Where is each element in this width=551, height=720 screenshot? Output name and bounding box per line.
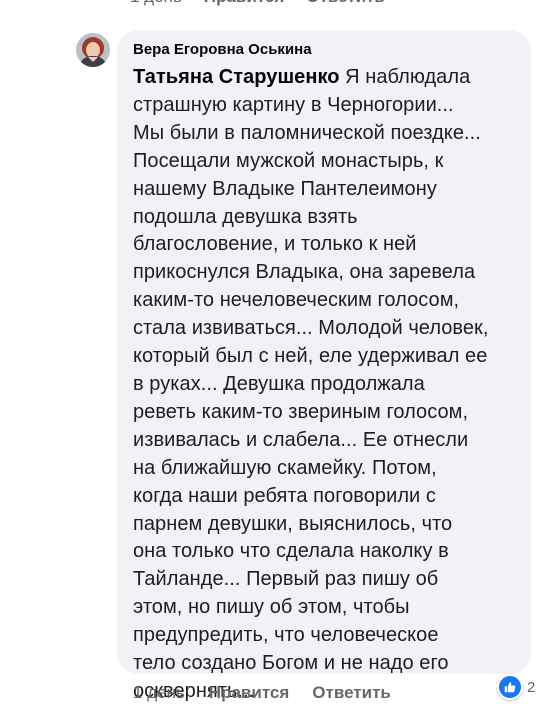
previous-comment-actions: 1 день Нравится Ответить <box>130 0 385 11</box>
comment-time[interactable]: 1 день <box>133 683 185 703</box>
comment-thread: 1 день Нравится Ответить Вера Егоровна О… <box>0 0 551 720</box>
comment-line: парнем девушки, выяснилось, что <box>133 512 453 535</box>
comment-line: каким-то нечеловеческим голосом, <box>133 289 460 312</box>
reactions-badge[interactable]: 2 <box>497 674 535 700</box>
mention-link[interactable]: Татьяна Старушенко <box>133 66 340 88</box>
like-button[interactable]: Нравится <box>209 683 290 703</box>
comment-line: Посещали мужской монастырь, к <box>133 149 444 172</box>
comment-line: тело создано Богом и не надо его <box>133 652 449 675</box>
comment-line: она только что сделала наколку в <box>133 540 449 563</box>
like-icon <box>497 674 523 700</box>
comment-line: Татьяна Старушенко Я наблюдала <box>133 64 517 92</box>
comment-actions: 1 день Нравится Ответить <box>133 681 414 705</box>
previous-reply-button[interactable]: Ответить <box>306 0 385 11</box>
previous-like-button[interactable]: Нравится <box>204 0 285 11</box>
comment-line: нашему Владыке Пантелеимону <box>133 177 437 200</box>
comment-bubble: Вера Егоровна Оськина Татьяна Старушенко… <box>117 30 531 702</box>
comment-line: когда наши ребята поговорили с <box>133 484 436 507</box>
comment-line: благословение, и только к ней <box>133 233 417 256</box>
comment-text: Татьяна Старушенко Я наблюдала страшную … <box>133 64 517 706</box>
comment-line: на ближайшую скамейку. Потом, <box>133 456 437 479</box>
comment-line: реветь каким-то звериным голосом, <box>133 400 469 423</box>
comment-line-text: Я наблюдала <box>339 66 471 88</box>
comment-line: извивалась и слабела... Ее отнесли <box>133 428 469 451</box>
comment-line: этом, но пишу об этом, чтобы <box>133 596 410 619</box>
comment-author[interactable]: Вера Егоровна Оськина <box>133 40 517 60</box>
avatar[interactable] <box>76 33 110 67</box>
comment-line: Тайланде... Первый раз пишу об <box>133 568 439 591</box>
comment-line: в руках... Девушка продолжала <box>133 372 425 395</box>
reaction-count: 2 <box>527 678 536 696</box>
thumbs-up-icon <box>504 682 516 693</box>
comment-line: стала извиваться... Молодой человек, <box>133 317 489 340</box>
comment-line: страшную картину в Черногории... <box>133 93 454 116</box>
previous-comment-time[interactable]: 1 день <box>130 0 182 11</box>
comment-line: Мы были в паломнической поездке... <box>133 121 481 144</box>
comment-line: предупредить, что человеческое <box>133 624 439 647</box>
comment-line: который был с ней, еле удерживал ее <box>133 345 488 368</box>
comment-line: прикоснулся Владыка, она заревела <box>133 261 476 284</box>
reply-button[interactable]: Ответить <box>312 683 391 703</box>
comment-line: подошла девушка взять <box>133 205 358 228</box>
avatar-image <box>76 33 110 67</box>
